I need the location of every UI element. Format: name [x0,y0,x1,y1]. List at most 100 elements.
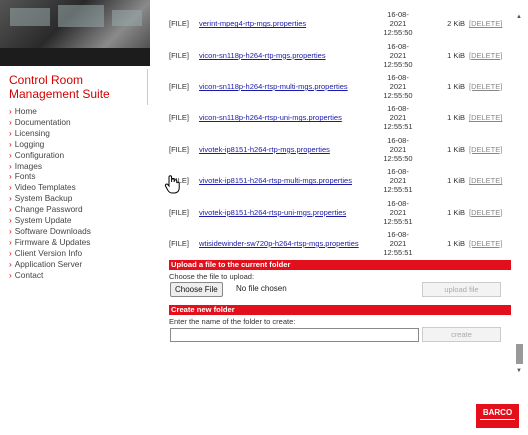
file-link[interactable]: vicon-sn118p-h264-rtp-mgs.properties [199,51,326,60]
delete-link[interactable]: [DELETE] [469,196,511,227]
nav-item[interactable]: › Software Downloads [9,226,91,237]
chevron-right-icon: › [9,149,12,160]
upload-heading: Upload a file to the current folder [169,260,511,271]
file-type: [FILE] [169,81,190,91]
no-file-text: No file chosen [236,284,287,294]
date-line: 16-08- [387,104,409,114]
hand-cursor-icon [164,175,180,194]
year-line: 2021 [389,176,407,186]
file-size: 1 KiB [447,238,465,248]
delete-link[interactable]: [DELETE] [469,228,511,259]
upload-label: Choose the file to upload: [169,272,255,282]
folder-name-input[interactable] [170,328,419,343]
file-date: 16-08- 2021 12:55:51 [371,196,425,227]
file-name-cell: wtisidewinder-sw720p-h264-rtsp-mgs.prope… [199,228,371,259]
scroll-down-icon[interactable]: ▼ [516,368,522,374]
nav-item[interactable]: › Client Version Info [9,248,91,259]
date-line: 16-08- [387,229,409,239]
chevron-right-icon: › [9,193,12,204]
file-link[interactable]: vivotek-ip8151-h264-rtsp-uni-mgs.propert… [199,208,346,217]
time-line: 12:55:51 [383,185,413,195]
table-row: [FILE] vivotek-ip8151-h264-rtsp-multi-mgs… [169,165,511,196]
nav-item[interactable]: › Video Templates [9,182,91,193]
file-size: 1 KiB [447,176,465,186]
file-link[interactable]: wtisidewinder-sw720p-h264-rtsp-mgs.prope… [199,239,359,248]
nav-item[interactable]: › Logging [9,139,91,150]
scrollbar-thumb[interactable] [516,344,523,364]
chevron-right-icon: › [9,138,12,149]
file-name-cell: vivotek-ip8151-h264-rtp-mgs.properties [199,134,371,165]
file-link[interactable]: vicon-sn118p-h264-rtsp-uni-mgs.propertie… [199,113,342,122]
nav-item[interactable]: › Home [9,106,91,117]
time-line: 12:55:51 [383,216,413,226]
sidebar-nav: › Home › Documentation › Licensing › Logging › Co… [9,106,91,281]
nav-item[interactable]: › Images [9,161,91,172]
nav-item[interactable]: › System Backup [9,193,91,204]
divider [147,69,148,105]
file-name-cell: vicon-sn118p-h264-rtsp-multi-mgs.propert… [199,71,371,102]
delete-link[interactable]: [DELETE] [469,8,511,39]
control-room-photo [0,0,150,66]
delete-link[interactable]: [DELETE] [469,39,511,70]
file-date: 16-08- 2021 12:55:51 [371,228,425,259]
chevron-right-icon: › [9,215,12,226]
choose-file-button[interactable]: Choose File [170,282,223,298]
create-folder-label: Enter the name of the folder to create: [169,317,296,327]
date-line: 16-08- [387,135,409,145]
nav-item[interactable]: › Application Server [9,259,91,270]
file-name-cell: verint-mpeg4-rtp-mgs.properties [199,8,371,39]
file-name-cell: vicon-sn118p-h264-rtsp-uni-mgs.propertie… [199,102,371,133]
nav-item[interactable]: › Contact [9,270,91,281]
nav-item-label: Contact [14,269,44,280]
file-link[interactable]: verint-mpeg4-rtp-mgs.properties [199,19,306,28]
nav-item-label: Video Templates [14,182,76,193]
file-table: [FILE] verint-mpeg4-rtp-mgs.properties 16-… [169,8,511,259]
time-line: 12:55:51 [383,122,413,132]
chevron-right-icon: › [9,160,12,171]
nav-item[interactable]: › Documentation [9,117,91,128]
time-line: 12:55:50 [383,28,413,38]
create-folder-heading: Create new folder [169,305,511,316]
time-line: 12:55:50 [383,90,413,100]
nav-item[interactable]: › Fonts [9,171,91,182]
nav-item[interactable]: › Firmware & Updates [9,237,91,248]
nav-item-label: Firmware & Updates [14,236,91,247]
delete-link[interactable]: [DELETE] [469,134,511,165]
file-link[interactable]: vivotek-ip8151-h264-rtsp-multi-mgs.prope… [199,176,352,185]
nav-item-label: Software Downloads [14,225,91,236]
nav-item-label: Licensing [14,127,50,138]
main-content: [FILE] verint-mpeg4-rtp-mgs.properties 16-… [169,8,511,343]
file-link[interactable]: vivotek-ip8151-h264-rtp-mgs.properties [199,145,330,154]
file-type: [FILE] [169,19,190,29]
nav-item[interactable]: › Licensing [9,128,91,139]
table-row: [FILE] vivotek-ip8151-h264-rtsp-uni-mgs.p… [169,196,511,227]
table-row: [FILE] wtisidewinder-sw720p-h264-rtsp-mgs… [169,228,511,259]
table-row: [FILE] vicon-sn118p-h264-rtsp-uni-mgs.pro… [169,102,511,133]
delete-link[interactable]: [DELETE] [469,102,511,133]
file-type: [FILE] [169,238,190,248]
nav-item[interactable]: › System Update [9,215,91,226]
file-size: 1 KiB [447,50,465,60]
chevron-right-icon: › [9,247,12,258]
nav-item[interactable]: › Configuration [9,150,91,161]
date-line: 16-08- [387,41,409,51]
table-row: [FILE] verint-mpeg4-rtp-mgs.properties 16-… [169,8,511,39]
nav-item-label: System Backup [14,193,73,204]
year-line: 2021 [389,207,407,217]
scrollbar[interactable]: ▲ ▼ [515,14,524,374]
create-button[interactable]: create [422,327,501,343]
nav-item[interactable]: › Change Password [9,204,91,215]
time-line: 12:55:50 [383,59,413,69]
file-link[interactable]: vicon-sn118p-h264-rtsp-multi-mgs.propert… [199,82,348,91]
delete-link[interactable]: [DELETE] [469,71,511,102]
upload-file-button[interactable]: upload file [422,282,501,298]
file-name-cell: vivotek-ip8151-h264-rtsp-uni-mgs.propert… [199,196,371,227]
time-line: 12:55:50 [383,153,413,163]
delete-link[interactable]: [DELETE] [469,165,511,196]
scroll-up-icon[interactable]: ▲ [516,14,522,20]
nav-item-label: System Update [14,215,72,226]
file-size: 1 KiB [447,81,465,91]
table-row: [FILE] vicon-sn118p-h264-rtp-mgs.properti… [169,39,511,70]
nav-item-label: Images [14,160,42,171]
file-date: 16-08- 2021 12:55:51 [371,165,425,196]
